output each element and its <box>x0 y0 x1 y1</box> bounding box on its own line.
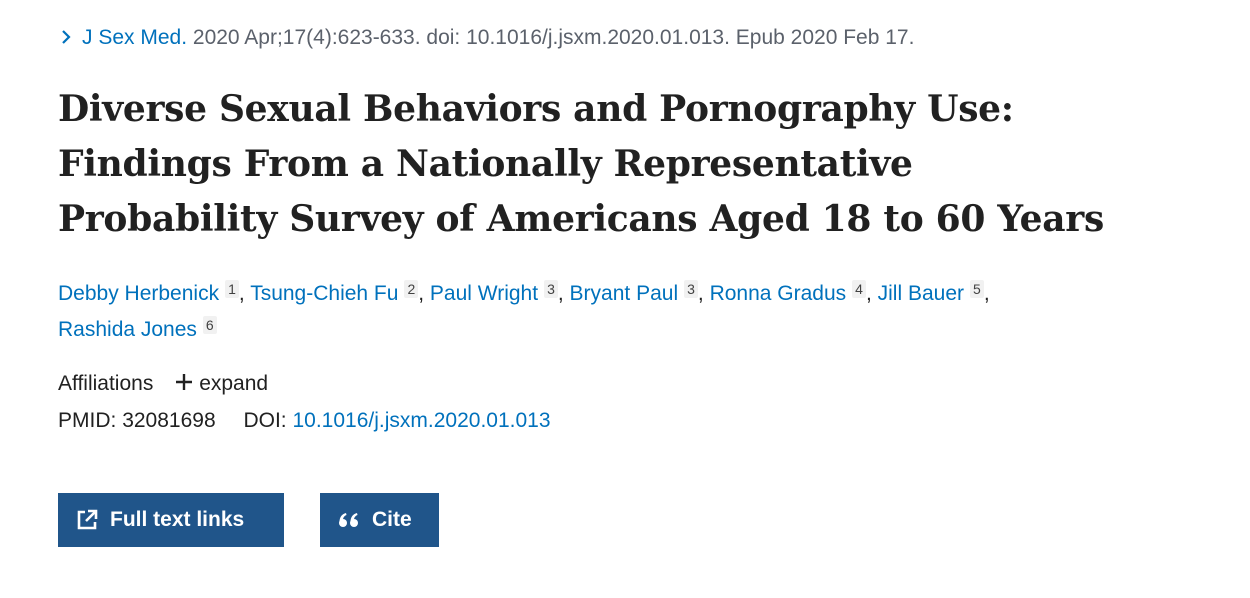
plus-icon <box>175 370 193 398</box>
affiliations-toggle[interactable]: Affiliations expand <box>58 370 268 398</box>
full-text-links-button[interactable]: Full text links <box>58 493 284 547</box>
doi-label: DOI: <box>243 409 287 432</box>
author-link[interactable]: Tsung-Chieh Fu <box>250 282 398 305</box>
chevron-right-icon[interactable] <box>58 27 74 44</box>
affiliation-ref[interactable]: 5 <box>970 280 984 298</box>
external-link-icon <box>77 509 98 530</box>
affiliations-label: Affiliations <box>58 372 154 395</box>
quote-icon <box>339 513 358 527</box>
author-link[interactable]: Paul Wright <box>430 282 538 305</box>
author-link[interactable]: Bryant Paul <box>570 282 679 305</box>
title-line: Probability Survey of Americans Aged 18 … <box>58 198 1104 240</box>
pmid-label: PMID: <box>58 409 117 432</box>
affiliation-ref[interactable]: 3 <box>684 280 698 298</box>
cite-button[interactable]: Cite <box>320 493 439 547</box>
title-line: Diverse Sexual Behaviors and Pornography… <box>58 88 1014 130</box>
identifiers: PMID: 32081698 DOI: 10.1016/j.jsxm.2020.… <box>58 409 551 433</box>
expand-label[interactable]: expand <box>199 372 268 395</box>
authors-list: Debby Herbenick 1, Tsung-Chieh Fu 2, Paul … <box>58 280 990 341</box>
cite-label: Cite <box>372 508 412 531</box>
title-line: Findings From a Nationally Representativ… <box>58 143 913 185</box>
pmid-value: 32081698 <box>122 409 216 432</box>
affiliation-ref[interactable]: 2 <box>404 280 419 298</box>
citation-line: J Sex Med. 2020 Apr;17(4):623-633. doi: … <box>58 26 914 50</box>
full-text-links-label: Full text links <box>110 508 245 531</box>
author-link[interactable]: Jill Bauer <box>878 282 964 305</box>
author-link[interactable]: Ronna Gradus <box>710 282 847 305</box>
affiliation-ref[interactable]: 3 <box>544 280 558 298</box>
affiliation-ref[interactable]: 6 <box>202 316 217 334</box>
author-link[interactable]: Debby Herbenick <box>58 282 219 305</box>
article-title: Diverse Sexual Behaviors and Pornography… <box>58 82 1178 247</box>
author-link[interactable]: Rashida Jones <box>58 318 197 341</box>
affiliation-ref[interactable]: 4 <box>852 280 866 298</box>
affiliation-ref[interactable]: 1 <box>225 280 239 298</box>
citation-details: 2020 Apr;17(4):623-633. doi: 10.1016/j.j… <box>192 26 915 49</box>
doi-link[interactable]: 10.1016/j.jsxm.2020.01.013 <box>292 409 550 432</box>
journal-link[interactable]: J Sex Med. <box>82 26 187 49</box>
